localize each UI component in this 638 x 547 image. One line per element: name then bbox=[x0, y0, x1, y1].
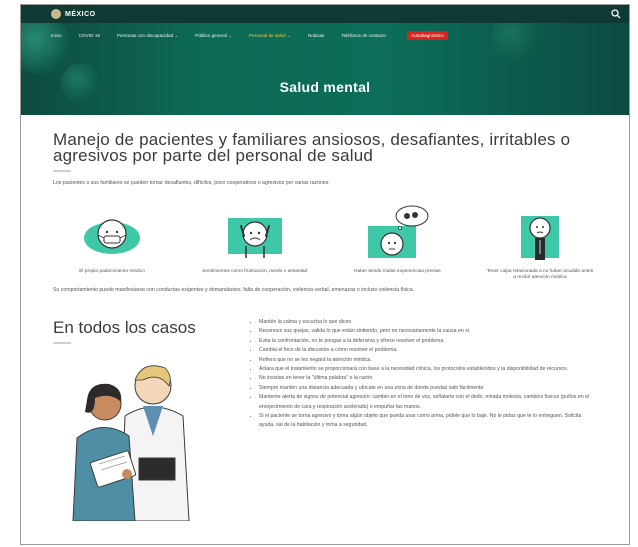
list-item: Mantente alerta de signos de potencial a… bbox=[259, 393, 597, 412]
list-item: Aclara que el tratamiento se proporciona… bbox=[259, 365, 597, 374]
intro-text: Los pacientes o sus familiares se pueden… bbox=[53, 180, 330, 186]
factor-caption: Sentimientos como frustración, miedo o a… bbox=[202, 269, 308, 274]
section-underline bbox=[53, 342, 71, 344]
hero-banner: Inicio COVID-19 Personas con discapacida… bbox=[21, 23, 629, 115]
list-item: Mantén la calma y escucha lo que dicen. bbox=[259, 318, 597, 327]
sick-patient-icon bbox=[84, 219, 140, 254]
factor-item: Sentimientos como frustración, miedo o a… bbox=[200, 204, 310, 281]
factors-row: El propio padecimiento médico Sentimient… bbox=[53, 204, 597, 281]
page-title: Manejo de pacientes y familiares ansioso… bbox=[53, 130, 571, 165]
search-icon[interactable] bbox=[611, 9, 621, 19]
behavior-text: Su comportamiento puede manifestarse con… bbox=[53, 287, 415, 293]
factor-caption: Haber tenido malas experiencias previas bbox=[353, 269, 441, 274]
cases-title: En todos los casos bbox=[53, 318, 196, 337]
nav-item-discapacidad[interactable]: Personas con discapacidad ⌄ bbox=[117, 33, 178, 39]
main-navigation: Inicio COVID-19 Personas con discapacida… bbox=[21, 31, 629, 40]
main-content: Manejo de pacientes y familiares ansioso… bbox=[21, 130, 629, 526]
list-item: Refiera que no se les negará la atención… bbox=[259, 356, 597, 365]
health-workers-illustration bbox=[72, 365, 190, 522]
list-item: Siempre mantén una distancia adecuada y … bbox=[259, 384, 597, 393]
factor-item: Haber tenido malas experiencias previas bbox=[342, 204, 452, 281]
cases-section: En todos los casos • Mantén la calma y e… bbox=[53, 318, 597, 526]
top-bar: MÉXICO bbox=[21, 5, 629, 23]
nav-item-noticias[interactable]: Noticias bbox=[308, 33, 324, 38]
government-seal-icon bbox=[51, 9, 61, 19]
nav-item-covid19[interactable]: COVID-19 bbox=[79, 33, 100, 38]
list-item: Cambia el foco de la discusión a cómo re… bbox=[259, 346, 597, 355]
nav-item-telefonos[interactable]: Teléfonos de contacto bbox=[341, 33, 386, 38]
autodiagnostico-button[interactable]: Autodiagnóstico bbox=[407, 31, 448, 40]
nav-item-publico-general[interactable]: Público general ⌄ bbox=[195, 33, 232, 39]
list-item: Si el paciente se torna agresivo y toma … bbox=[259, 412, 597, 431]
guilty-person-icon bbox=[520, 216, 559, 260]
list-item: No insistas en tener la "última palabra"… bbox=[259, 374, 597, 383]
virus-decoration bbox=[491, 23, 541, 63]
cases-left-column: En todos los casos bbox=[53, 318, 241, 526]
logo-text: MÉXICO bbox=[65, 10, 96, 18]
title-underline bbox=[53, 170, 71, 172]
browser-page: MÉXICO Inicio COVID-19 Personas con disc… bbox=[20, 4, 630, 545]
frustrated-person-icon bbox=[227, 218, 282, 258]
factor-item: El propio padecimiento médico bbox=[57, 204, 167, 281]
factor-caption: El propio padecimiento médico bbox=[79, 269, 145, 274]
list-item: Reconoce sus quejas, valida lo que están… bbox=[259, 327, 597, 336]
cases-bullet-list: Mantén la calma y escucha lo que dicen. … bbox=[249, 318, 597, 431]
list-item: Evita la confrontación, no te pongas a l… bbox=[259, 337, 597, 346]
factor-item: Tener culpa relacionada a no haber acudi… bbox=[485, 204, 595, 281]
nav-item-personal-salud[interactable]: Personal de salud ⌄ bbox=[249, 33, 291, 39]
bad-experience-icon bbox=[368, 205, 429, 258]
cases-right-column: Mantén la calma y escucha lo que dicen. … bbox=[241, 318, 597, 526]
hero-title: Salud mental bbox=[279, 79, 371, 95]
site-logo[interactable]: MÉXICO bbox=[51, 9, 96, 19]
factor-caption: Tener culpa relacionada a no haber acudi… bbox=[486, 269, 594, 280]
nav-item-inicio[interactable]: Inicio bbox=[51, 33, 62, 38]
